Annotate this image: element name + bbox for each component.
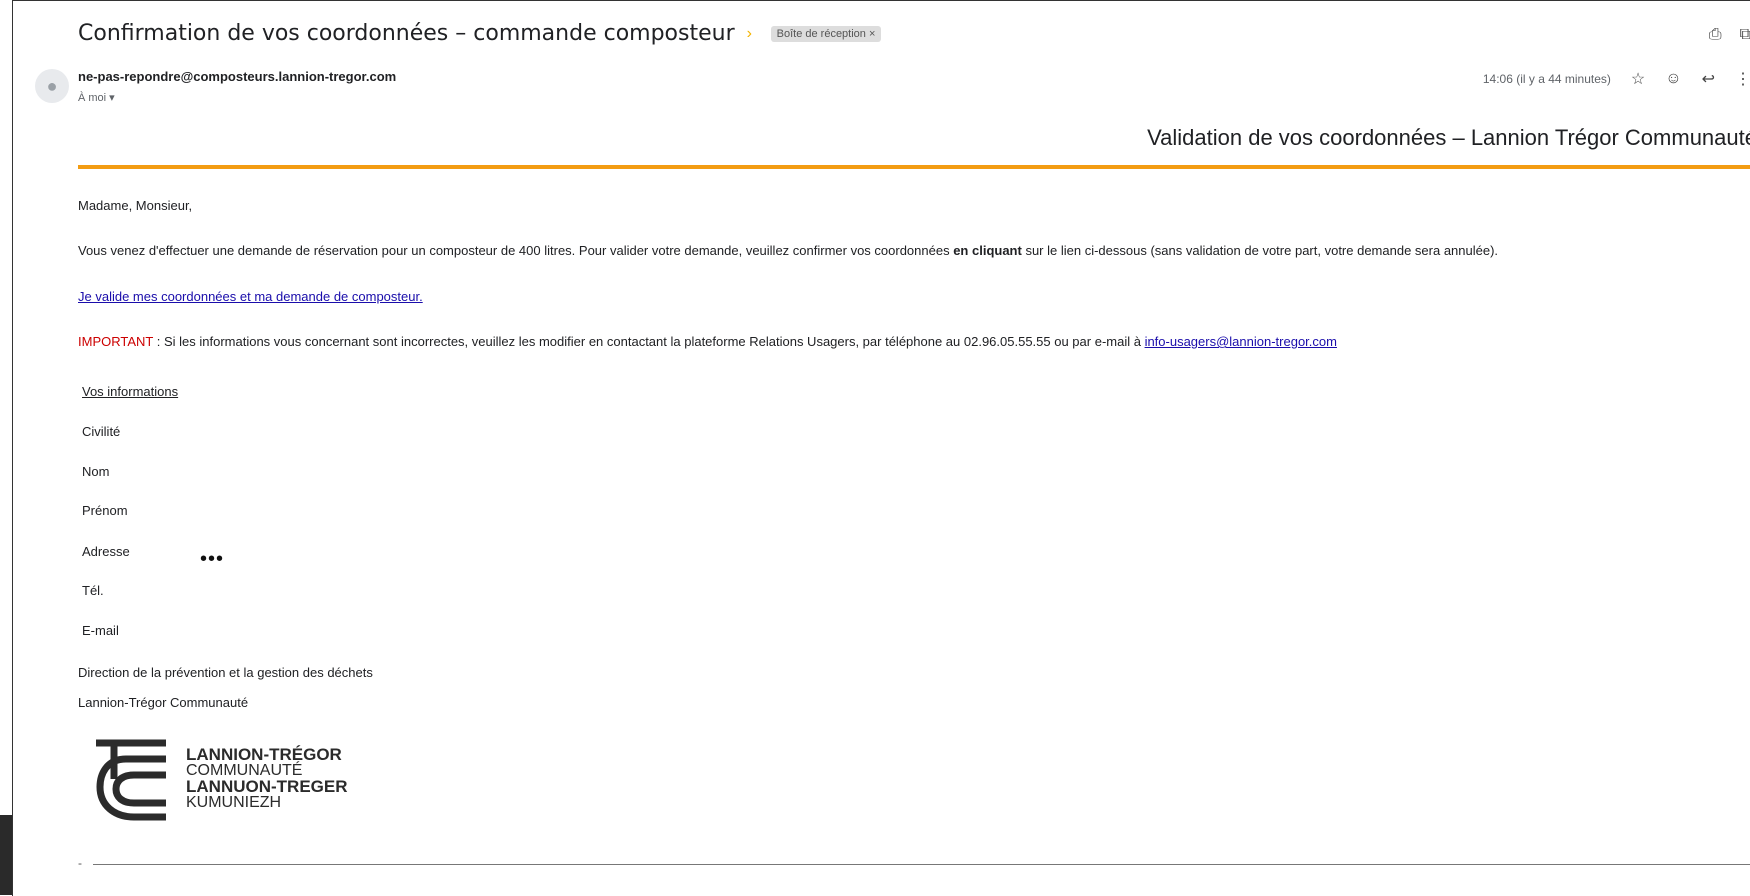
person-icon: ●: [35, 69, 69, 103]
importance-marker-icon[interactable]: ›: [747, 25, 759, 41]
intro-text-bold: en cliquant: [953, 243, 1022, 258]
message-meta: 14:06 (il y a 44 minutes) ☆ ☺ ↩ ⋮: [1483, 69, 1750, 89]
logo-line-4: KUMUNIEZH: [186, 794, 282, 811]
logo-line-1: LANNION-TRÉGOR: [186, 745, 342, 764]
footer-divider: [93, 864, 1750, 865]
important-paragraph: IMPORTANT : Si les informations vous con…: [78, 334, 1337, 349]
logo-line-3: LANNUON-TREGER: [186, 777, 348, 796]
info-heading: Vos informations: [82, 384, 179, 399]
validate-link[interactable]: Je valide mes coordonnées et ma demande …: [78, 289, 423, 304]
open-new-window-icon[interactable]: ⧉: [1740, 26, 1750, 44]
header-divider: [78, 165, 1750, 169]
contact-email-link[interactable]: info-usagers@lannion-tregor.com: [1145, 334, 1337, 349]
print-icon[interactable]: ⎙: [1709, 26, 1722, 44]
field-prenom: Prénom: [82, 503, 128, 518]
star-icon[interactable]: ☆: [1631, 69, 1645, 89]
field-tel: Tél.: [82, 583, 104, 598]
footer-dash: -: [78, 856, 82, 870]
validate-paragraph: Je valide mes coordonnées et ma demande …: [78, 289, 423, 304]
logo-text: LANNION-TRÉGOR COMMUNAUTÉ LANNUON-TREGER…: [186, 745, 348, 811]
logo-mark-icon: [96, 739, 166, 821]
intro-text-after: sur le lien ci-dessous (sans validation …: [1021, 243, 1499, 258]
email-subject: Confirmation de vos coordonnées – comman…: [78, 21, 735, 46]
signature-direction: Direction de la prévention et la gestion…: [78, 665, 373, 680]
field-nom: Nom: [82, 464, 110, 479]
inbox-label-chip[interactable]: Boîte de réception ×: [770, 25, 882, 42]
sender-email[interactable]: ne-pas-repondre@composteurs.lannion-treg…: [78, 69, 396, 84]
organisation-logo: LANNION-TRÉGOR COMMUNAUTÉ LANNUON-TREGER…: [78, 729, 348, 829]
message-time: 14:06 (il y a 44 minutes): [1482, 72, 1611, 86]
intro-paragraph: Vous venez d'effectuer une demande de ré…: [78, 243, 1498, 258]
address-value: •••: [200, 548, 225, 570]
emoji-icon[interactable]: ☺: [1665, 70, 1681, 88]
important-text: : Si les informations vous concernant so…: [153, 334, 1145, 349]
email-view: Confirmation de vos coordonnées – comman…: [12, 0, 1750, 896]
email-header-title: Validation de vos coordonnées – Lannion …: [1147, 125, 1750, 150]
field-email: E-mail: [82, 623, 119, 638]
important-label: IMPORTANT: [78, 334, 154, 349]
intro-text-before: Vous venez d'effectuer une demande de ré…: [78, 243, 954, 258]
more-vert-icon[interactable]: ⋮: [1735, 69, 1750, 89]
field-civilite: Civilité: [82, 424, 121, 439]
reply-icon[interactable]: ↩: [1702, 69, 1715, 89]
subject-row: Confirmation de vos coordonnées – comman…: [78, 21, 882, 46]
recipient-dropdown[interactable]: À moi ▾: [78, 91, 115, 104]
signature-organisation: Lannion-Trégor Communauté: [78, 695, 249, 710]
field-adresse: Adresse: [82, 544, 130, 559]
top-actions: ⎙ ⧉: [1709, 26, 1750, 44]
greeting: Madame, Monsieur,: [78, 198, 193, 213]
